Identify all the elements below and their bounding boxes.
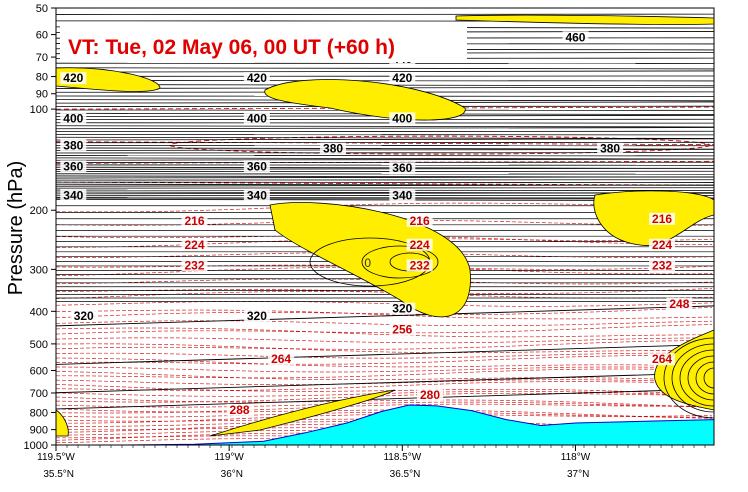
y-tick-label: 1000: [24, 440, 48, 452]
theta-label: 340: [392, 188, 412, 202]
temperature-label: 288: [230, 403, 250, 417]
chart-title: VT: Tue, 02 May 06, 00 UT (+60 h): [68, 36, 395, 59]
theta-label: 400: [63, 111, 83, 125]
theta-label: 420: [247, 71, 267, 85]
temperature-label: 216: [185, 214, 205, 228]
temperature-label: 264: [652, 352, 672, 366]
x-tick-label-lat: 35.5°N: [43, 469, 74, 480]
theta-label: 380: [63, 138, 83, 152]
y-tick-label: 90: [36, 89, 48, 101]
theta-label: 380: [323, 142, 343, 156]
x-tick-label-lat: 37°N: [567, 469, 589, 480]
y-tick-label: 800: [30, 407, 48, 419]
y-tick-label: 100: [30, 104, 48, 116]
temperature-label: 248: [669, 297, 689, 311]
y-tick-label: 500: [30, 339, 48, 351]
theta-label: 400: [392, 111, 412, 125]
x-tick-label-lat: 36°N: [221, 469, 243, 480]
theta-label: 340: [63, 188, 83, 202]
y-tick-label: 200: [30, 205, 48, 217]
x-tick-label-lon: 119°W: [214, 452, 244, 463]
y-tick-label: 400: [30, 306, 48, 318]
title-box: VT: Tue, 02 May 06, 00 UT (+60 h): [60, 26, 467, 62]
theta-label: 420: [392, 71, 412, 85]
chart-canvas: 50 60 70 80 90 100 200 300 400 500 600 700 800 900 100…: [0, 0, 748, 487]
x-tick-label-lon: 118.5°W: [383, 452, 421, 463]
y-tick-label: 900: [30, 425, 48, 437]
theta-label: 380: [600, 142, 620, 156]
x-tick-label-lon: 119.5°W: [37, 452, 75, 463]
theta-label: 360: [247, 159, 267, 173]
temperature-label: 216: [652, 212, 672, 226]
theta-label: 340: [247, 188, 267, 202]
y-tick-label: 700: [30, 388, 48, 400]
theta-label: 320: [392, 302, 412, 316]
y-tick-label: 70: [36, 52, 48, 64]
y-tick-label: 80: [36, 72, 48, 84]
y-tick-label: 50: [36, 3, 48, 15]
y-tick-label: 600: [30, 365, 48, 377]
temperature-label: 216: [410, 214, 430, 228]
temperature-label: 256: [392, 323, 412, 337]
y-tick-label: 60: [36, 30, 48, 42]
x-tick-label-lat: 36.5°N: [390, 469, 421, 480]
y-tick-label: 300: [30, 264, 48, 276]
theta-label: 460: [565, 30, 585, 44]
temperature-label: 280: [420, 388, 440, 402]
temperature-label: 224: [185, 238, 205, 252]
temperature-label: 264: [271, 352, 291, 366]
pv-label: 0: [364, 256, 371, 270]
temperature-label: 232: [410, 258, 430, 272]
theta-label: 320: [74, 309, 94, 323]
theta-label: 360: [63, 159, 83, 173]
temperature-label: 232: [185, 258, 205, 272]
temperature-label: 224: [652, 238, 672, 252]
temperature-label: 224: [410, 238, 430, 252]
theta-label: 420: [63, 71, 83, 85]
theta-label: 400: [247, 111, 267, 125]
temperature-label: 232: [652, 258, 672, 272]
theta-label: 360: [392, 161, 412, 175]
x-tick-label-lon: 118°W: [561, 452, 591, 463]
y-axis-label: Pressure (hPa): [5, 161, 27, 296]
cross-section-chart: 50 60 70 80 90 100 200 300 400 500 600 700 800 900 100…: [0, 0, 748, 487]
theta-label: 320: [247, 309, 267, 323]
